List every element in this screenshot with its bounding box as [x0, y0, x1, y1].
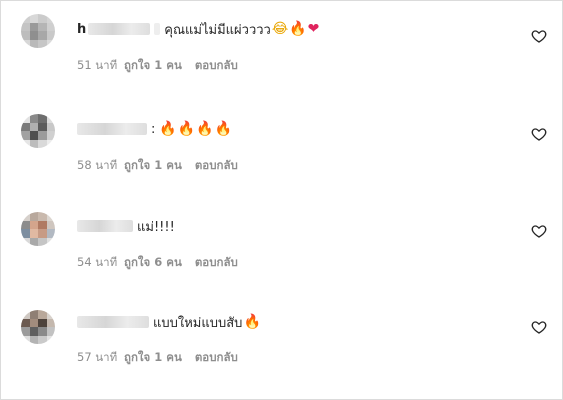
like-button[interactable] [531, 28, 549, 46]
avatar[interactable] [21, 310, 55, 344]
like-button[interactable] [531, 319, 549, 337]
like-button[interactable] [531, 223, 549, 241]
emoji: 🔥 [289, 21, 307, 37]
comment-meta: 57 นาที ถูกใจ 1 คน ตอบกลับ [77, 349, 238, 367]
reply-button[interactable]: ตอบกลับ [195, 157, 238, 175]
comment-line: h คุณแม่ไม่มีแผ่วววว 😂 🔥 ❤ [77, 18, 319, 40]
blurred-username [77, 316, 149, 328]
comment-text: แบบใหม่แบบสับ [153, 315, 243, 331]
comment-meta: 58 นาที ถูกใจ 1 คน ตอบกลับ [77, 157, 238, 175]
emoji: 😂 [271, 21, 289, 37]
emoji: 🔥 [159, 121, 177, 137]
comment-text: : [151, 121, 156, 137]
comment-likes[interactable]: ถูกใจ 6 คน [124, 254, 182, 272]
comment-likes[interactable]: ถูกใจ 1 คน [124, 157, 182, 175]
comment-item: h คุณแม่ไม่มีแผ่วววว 😂 🔥 ❤ 51 นาที ถูกใจ… [0, 0, 563, 90]
emoji: 🔥 [243, 314, 261, 330]
blurred-username [77, 123, 147, 135]
comment-item: : 🔥 🔥 🔥 🔥 58 นาที ถูกใจ 1 คน ตอบกลับ [0, 100, 563, 190]
emoji: ❤ [307, 21, 320, 37]
avatar[interactable] [21, 212, 55, 246]
emoji: 🔥 [214, 121, 233, 137]
heart-outline-icon [531, 225, 547, 238]
comment-text: แม่!!!! [137, 219, 175, 235]
comment-likes[interactable]: ถูกใจ 1 คน [124, 349, 182, 367]
emoji: 🔥 [177, 121, 196, 137]
comment-line: แม่!!!! [77, 215, 175, 237]
avatar[interactable] [21, 114, 55, 148]
heart-outline-icon [531, 128, 547, 141]
blurred-username [154, 23, 161, 35]
heart-outline-icon [531, 30, 547, 43]
comment-time[interactable]: 51 นาที [77, 57, 124, 75]
comment-time[interactable]: 58 นาที [77, 157, 124, 175]
blurred-username [88, 23, 151, 35]
username[interactable]: h [77, 22, 86, 37]
comment-time[interactable]: 54 นาที [77, 254, 124, 272]
comment-time[interactable]: 57 นาที [77, 349, 124, 367]
reply-button[interactable]: ตอบกลับ [195, 254, 238, 272]
like-button[interactable] [531, 126, 549, 144]
comment-meta: 54 นาที ถูกใจ 6 คน ตอบกลับ [77, 254, 238, 272]
comment-meta: 51 นาที ถูกใจ 1 คน ตอบกลับ [77, 57, 238, 75]
comment-likes[interactable]: ถูกใจ 1 คน [124, 57, 182, 75]
reply-button[interactable]: ตอบกลับ [195, 349, 238, 367]
comment-item: แม่!!!! 54 นาที ถูกใจ 6 คน ตอบกลับ [0, 198, 563, 288]
blurred-username [77, 220, 133, 232]
heart-outline-icon [531, 321, 547, 334]
avatar[interactable] [21, 14, 55, 48]
comment-line: : 🔥 🔥 🔥 🔥 [77, 118, 232, 140]
reply-button[interactable]: ตอบกลับ [195, 57, 238, 75]
comment-text: คุณแม่ไม่มีแผ่วววว [164, 22, 271, 38]
comment-line: แบบใหม่แบบสับ 🔥 [77, 311, 261, 333]
emoji: 🔥 [196, 121, 214, 137]
comment-item: แบบใหม่แบบสับ 🔥 57 นาที ถูกใจ 1 คน ตอบกล… [0, 296, 563, 386]
